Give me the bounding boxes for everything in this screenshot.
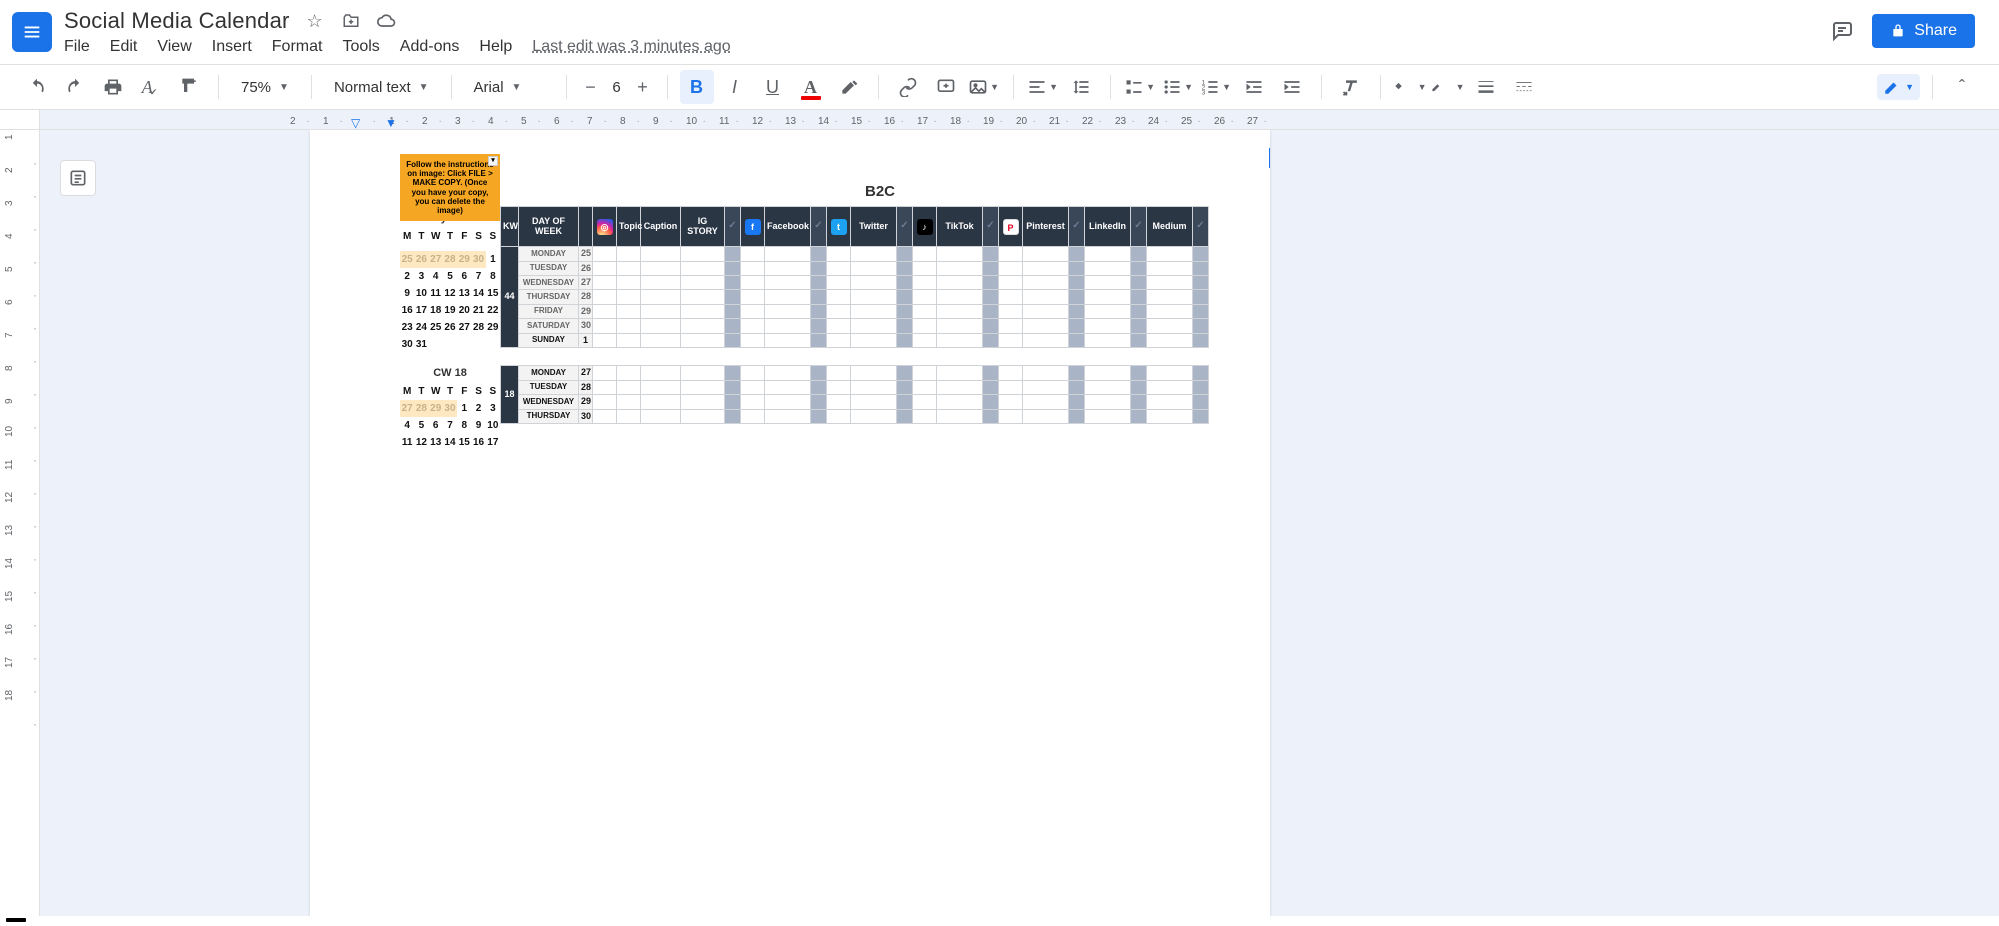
style-select[interactable]: Normal text▼	[324, 72, 439, 102]
outline-toggle-button[interactable]	[60, 160, 96, 196]
horizontal-ruler[interactable]: 2·1··1·2·3·4·5·6·7·8·9·10·11·12·13·14·15…	[0, 110, 1999, 130]
close-icon[interactable]: ▾	[488, 156, 498, 166]
mini-calendar-cw18: CW 18 MTWTFSS272829301234567891011121314…	[400, 367, 500, 451]
cloud-status-icon[interactable]	[376, 11, 398, 31]
indent-inc-button[interactable]	[1275, 70, 1309, 104]
bulleted-list-button[interactable]: ▼	[1161, 70, 1195, 104]
app-header: Social Media Calendar ☆ File Edit View I…	[0, 0, 1999, 56]
table-row[interactable]: FRIDAY29	[501, 304, 1209, 318]
star-icon[interactable]: ☆	[304, 11, 326, 32]
bold-button[interactable]: B	[680, 70, 714, 104]
menu-bar: File Edit View Insert Format Tools Add-o…	[64, 38, 1828, 56]
paint-format-button[interactable]	[172, 70, 206, 104]
font-size-inc[interactable]: +	[631, 70, 655, 104]
vertical-ruler[interactable]: 1·2·3·4·5·6·7·8·9·10·11·12·13·14·15·16·1…	[0, 130, 40, 916]
font-select[interactable]: Arial▼	[464, 72, 554, 102]
undo-button[interactable]	[20, 70, 54, 104]
redo-button[interactable]	[58, 70, 92, 104]
editing-mode-button[interactable]: ▼	[1877, 74, 1920, 100]
italic-button[interactable]: I	[718, 70, 752, 104]
doc-title[interactable]: Social Media Calendar	[64, 8, 290, 34]
menu-insert[interactable]: Insert	[212, 38, 252, 56]
align-button[interactable]: ▼	[1026, 70, 1060, 104]
menu-addons[interactable]: Add-ons	[400, 38, 460, 56]
text-color-button[interactable]: A	[794, 70, 828, 104]
planner-table[interactable]: KW DAY OF WEEK ◎ Topic Caption IG STORY …	[500, 206, 1209, 424]
table-row[interactable]: WEDNESDAY27	[501, 276, 1209, 290]
line-spacing-button[interactable]	[1064, 70, 1098, 104]
tiktok-icon: ♪	[917, 219, 933, 235]
instagram-icon: ◎	[597, 219, 613, 235]
insert-image-button[interactable]: ▼	[967, 70, 1001, 104]
share-button[interactable]: Share	[1872, 14, 1975, 48]
share-label: Share	[1914, 22, 1957, 40]
font-size-dec[interactable]: −	[579, 70, 603, 104]
fill-color-button[interactable]: ▼	[1393, 70, 1427, 104]
facebook-icon: f	[745, 219, 761, 235]
zoom-select[interactable]: 75%▼	[231, 72, 299, 102]
mini-calendar-may: May 2020 MTWTFSS252627282930123456789101…	[400, 212, 500, 353]
table-row[interactable]: SATURDAY30	[501, 319, 1209, 333]
document-page[interactable]: ▾ Follow the instructions on image: Clic…	[310, 130, 1270, 916]
toolbar: A✔ 75%▼ Normal text▼ Arial▼ − 6 + B I U …	[0, 64, 1999, 110]
underline-button[interactable]: U	[756, 70, 790, 104]
table-row[interactable]: WEDNESDAY29	[501, 395, 1209, 409]
clear-formatting-button[interactable]	[1334, 70, 1368, 104]
border-dash-button[interactable]	[1507, 70, 1541, 104]
pinterest-icon: P	[1003, 219, 1019, 235]
comments-icon[interactable]	[1828, 17, 1856, 45]
spellcheck-button[interactable]: A✔	[134, 70, 168, 104]
check-icon: ✓	[728, 220, 736, 231]
collapse-toolbar-button[interactable]: ˆ	[1945, 70, 1979, 104]
insert-comment-button[interactable]	[929, 70, 963, 104]
menu-format[interactable]: Format	[272, 38, 323, 56]
table-header-row: KW DAY OF WEEK ◎ Topic Caption IG STORY …	[501, 207, 1209, 247]
table-row[interactable]: 18MONDAY27	[501, 366, 1209, 380]
svg-text:3: 3	[1202, 90, 1206, 97]
insert-link-button[interactable]	[891, 70, 925, 104]
menu-help[interactable]: Help	[479, 38, 512, 56]
doc-heading: B2C	[580, 183, 1180, 200]
table-row[interactable]: TUESDAY28	[501, 380, 1209, 394]
menu-file[interactable]: File	[64, 38, 90, 56]
table-row[interactable]: 44MONDAY25	[501, 247, 1209, 261]
menu-view[interactable]: View	[157, 38, 191, 56]
table-row[interactable]: THURSDAY28	[501, 290, 1209, 304]
docs-logo[interactable]	[12, 12, 52, 52]
move-icon[interactable]	[340, 12, 362, 30]
twitter-icon: t	[831, 219, 847, 235]
font-size-value[interactable]: 6	[607, 79, 627, 96]
indent-dec-button[interactable]	[1237, 70, 1271, 104]
highlight-button[interactable]	[832, 70, 866, 104]
table-row[interactable]: TUESDAY26	[501, 261, 1209, 275]
menu-edit[interactable]: Edit	[110, 38, 138, 56]
menu-tools[interactable]: Tools	[342, 38, 379, 56]
table-row[interactable]: THURSDAY30	[501, 409, 1209, 423]
last-edit-info[interactable]: Last edit was 3 minutes ago	[532, 38, 730, 56]
border-color-button[interactable]: ▼	[1431, 70, 1465, 104]
print-button[interactable]	[96, 70, 130, 104]
border-width-button[interactable]	[1469, 70, 1503, 104]
sticky-note[interactable]: ▾ Follow the instructions on image: Clic…	[400, 154, 500, 221]
text-cursor	[1269, 148, 1270, 168]
table-row[interactable]: SUNDAY1	[501, 333, 1209, 347]
numbered-list-button[interactable]: 123▼	[1199, 70, 1233, 104]
sticky-text: Follow the instructions on image: Click …	[406, 160, 494, 215]
checklist-button[interactable]: ▼	[1123, 70, 1157, 104]
document-canvas[interactable]: ▾ Follow the instructions on image: Clic…	[40, 130, 1999, 916]
